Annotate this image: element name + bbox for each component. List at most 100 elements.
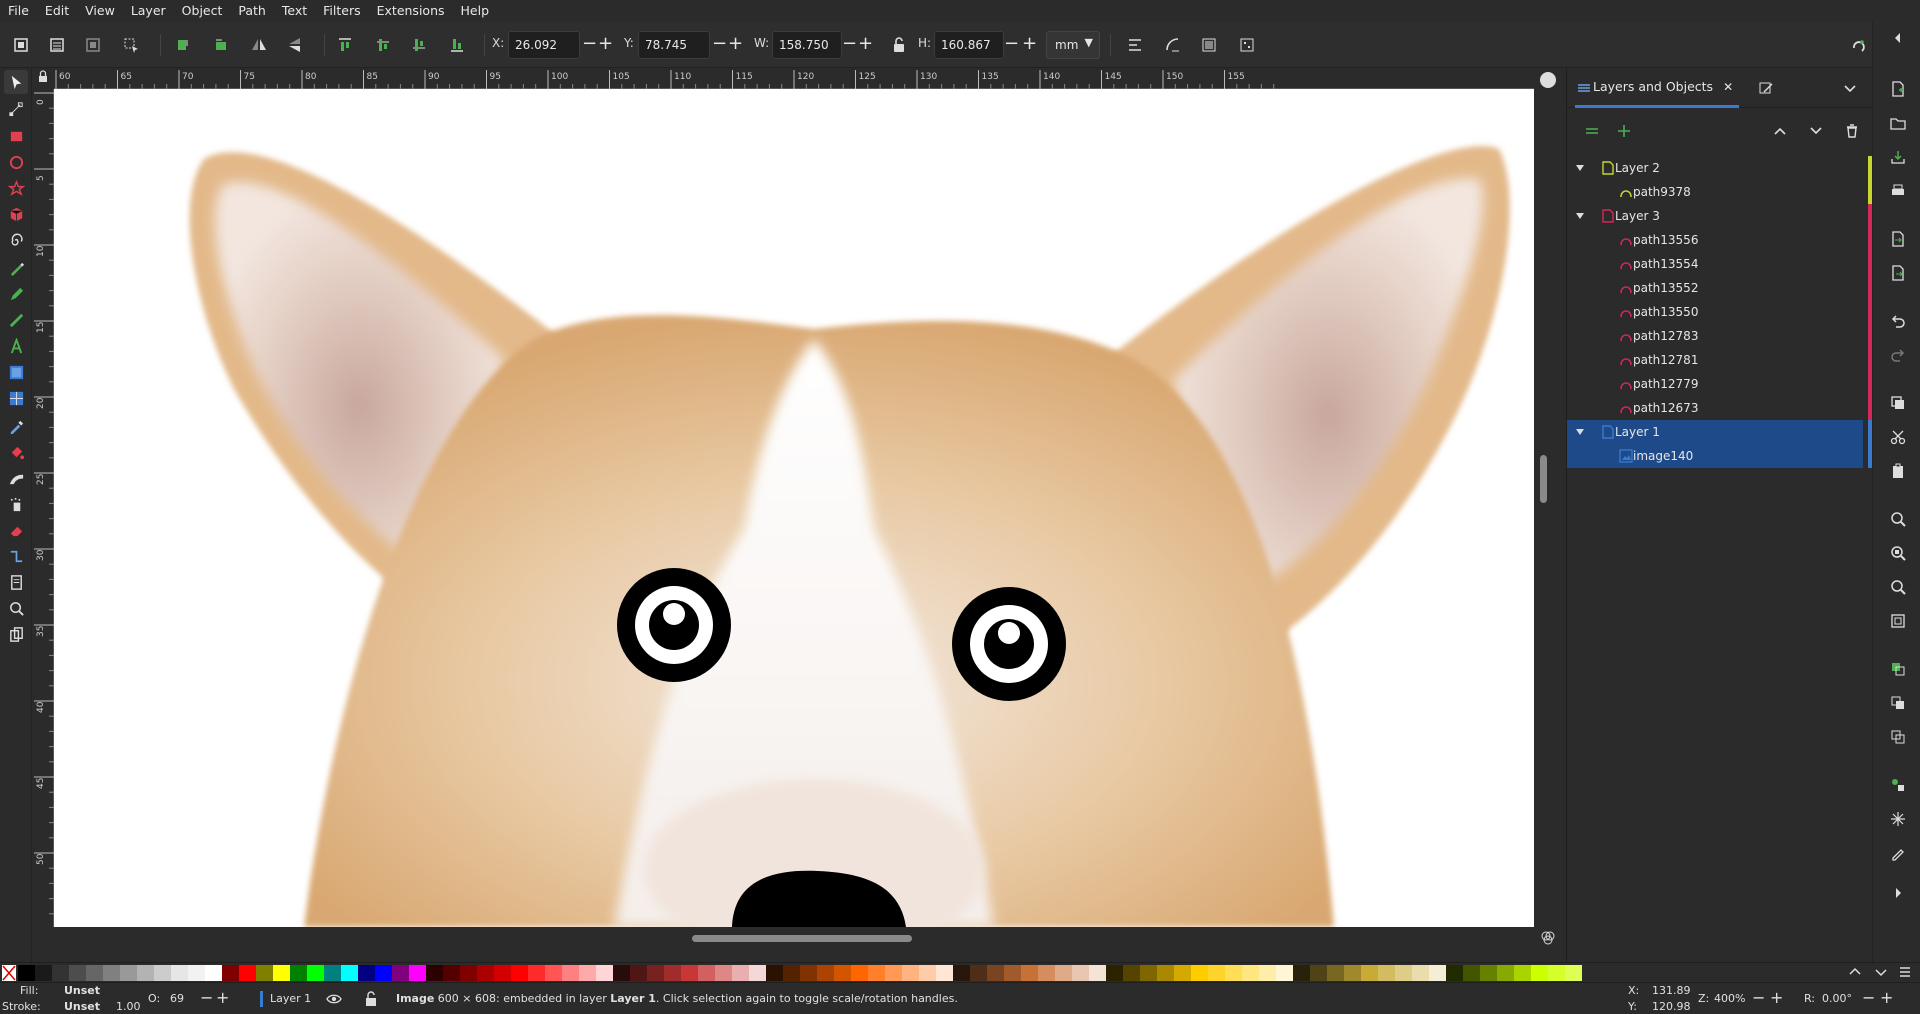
scale-corners-icon[interactable] [1160, 32, 1186, 58]
object-row[interactable]: path12779 [1567, 372, 1863, 396]
h-field[interactable]: 160.867 [934, 31, 1004, 59]
color-swatch[interactable] [426, 965, 443, 981]
color-swatch[interactable] [375, 965, 392, 981]
raise-to-top-icon[interactable] [332, 32, 358, 58]
zoom-drawing-icon[interactable] [1887, 542, 1909, 564]
color-swatch[interactable] [1361, 965, 1378, 981]
layer-lock-icon[interactable] [364, 991, 378, 1007]
color-swatch[interactable] [1429, 965, 1446, 981]
star-tool-icon[interactable] [4, 176, 28, 200]
rotation-field[interactable]: 0.00° [1822, 992, 1852, 1005]
color-swatch[interactable] [766, 965, 783, 981]
zoom-in-button[interactable]: + [1770, 988, 1783, 1007]
menu-layer[interactable]: Layer [123, 0, 174, 22]
snap-icon[interactable] [1846, 32, 1872, 58]
flip-vertical-icon[interactable] [282, 32, 308, 58]
raise-icon[interactable] [370, 32, 396, 58]
color-swatch[interactable] [273, 965, 290, 981]
color-swatch[interactable] [834, 965, 851, 981]
layer-row[interactable]: Layer 3 [1567, 204, 1863, 228]
color-swatch[interactable] [936, 965, 953, 981]
color-swatch[interactable] [1327, 965, 1344, 981]
color-swatch[interactable] [528, 965, 545, 981]
lower-to-bottom-icon[interactable] [444, 32, 470, 58]
pages-tool-icon[interactable] [4, 570, 28, 594]
opacity-decrement-button[interactable]: − [200, 988, 213, 1007]
color-swatch[interactable] [1225, 965, 1242, 981]
palette-down-icon[interactable] [1874, 965, 1888, 979]
zoom-page-width-icon[interactable] [1887, 610, 1909, 632]
current-layer[interactable]: Layer 1 [270, 992, 311, 1005]
unit-select[interactable]: mm ▼ [1046, 31, 1100, 59]
color-swatch[interactable] [1191, 965, 1208, 981]
clone-icon[interactable] [1887, 692, 1909, 714]
object-row[interactable]: path12673 [1567, 396, 1863, 420]
color-swatch[interactable] [171, 965, 188, 981]
menu-object[interactable]: Object [174, 0, 231, 22]
xml-editor-tab-icon[interactable] [1755, 77, 1777, 99]
color-swatch[interactable] [1480, 965, 1497, 981]
menu-view[interactable]: View [77, 0, 123, 22]
rectangle-tool-icon[interactable] [4, 124, 28, 148]
canvas[interactable] [54, 89, 1534, 927]
color-swatch[interactable] [800, 965, 817, 981]
deselect-icon[interactable] [80, 32, 106, 58]
color-swatch[interactable] [256, 965, 273, 981]
expand-triangle-icon[interactable] [1575, 163, 1585, 173]
color-swatch[interactable] [494, 965, 511, 981]
collapse-panel-icon[interactable] [1887, 27, 1909, 49]
select-all-icon[interactable] [8, 32, 34, 58]
w-increment-button[interactable]: + [858, 35, 873, 53]
color-swatch[interactable] [120, 965, 137, 981]
color-swatch[interactable] [18, 965, 35, 981]
color-swatch[interactable] [545, 965, 562, 981]
selector-tool-icon[interactable] [4, 70, 28, 94]
paste-icon[interactable] [1887, 460, 1909, 482]
x-increment-button[interactable]: + [598, 35, 613, 53]
color-swatch[interactable] [987, 965, 1004, 981]
y-decrement-button[interactable]: − [712, 35, 727, 53]
color-swatch[interactable] [188, 965, 205, 981]
color-swatch[interactable] [205, 965, 222, 981]
color-swatch[interactable] [630, 965, 647, 981]
add-layer-icon[interactable] [1581, 120, 1603, 142]
rotate-ccw-icon[interactable] [170, 32, 196, 58]
open-file-icon[interactable] [1887, 112, 1909, 134]
palette-up-icon[interactable] [1848, 965, 1862, 979]
gradient-tool-icon[interactable] [4, 360, 28, 384]
connector-tool-icon[interactable] [4, 544, 28, 568]
color-swatch[interactable] [817, 965, 834, 981]
stroke-value[interactable]: Unset [64, 1000, 100, 1013]
color-swatch[interactable] [613, 965, 630, 981]
color-swatch[interactable] [222, 965, 239, 981]
color-swatch[interactable] [137, 965, 154, 981]
touch-select-icon[interactable] [118, 32, 144, 58]
duplicate-icon[interactable] [1887, 658, 1909, 680]
fill-value[interactable]: Unset [64, 984, 100, 997]
scale-pattern-icon[interactable] [1234, 32, 1260, 58]
zoom-field[interactable]: 400% [1714, 992, 1745, 1005]
layer-visibility-icon[interactable] [326, 991, 342, 1007]
node-tool-icon[interactable] [4, 96, 28, 120]
color-managed-icon[interactable] [1540, 930, 1556, 946]
color-swatch[interactable] [52, 965, 69, 981]
color-swatch[interactable] [681, 965, 698, 981]
import-icon[interactable] [1887, 228, 1909, 250]
color-swatch[interactable] [392, 965, 409, 981]
menu-help[interactable]: Help [453, 0, 498, 22]
menu-file[interactable]: File [0, 0, 37, 22]
color-swatch[interactable] [443, 965, 460, 981]
rotate-cw-icon[interactable] [208, 32, 234, 58]
calligraphy-tool-icon[interactable] [4, 308, 28, 332]
mesh-tool-icon[interactable] [4, 386, 28, 410]
color-swatch[interactable] [1123, 965, 1140, 981]
menu-edit[interactable]: Edit [37, 0, 77, 22]
color-swatch[interactable] [477, 965, 494, 981]
color-swatch[interactable] [596, 965, 613, 981]
color-swatch[interactable] [35, 965, 52, 981]
color-swatch[interactable] [1310, 965, 1327, 981]
color-swatch[interactable] [1259, 965, 1276, 981]
color-swatch[interactable] [511, 965, 528, 981]
vertical-scrollbar[interactable] [1540, 455, 1547, 503]
color-swatch[interactable] [562, 965, 579, 981]
